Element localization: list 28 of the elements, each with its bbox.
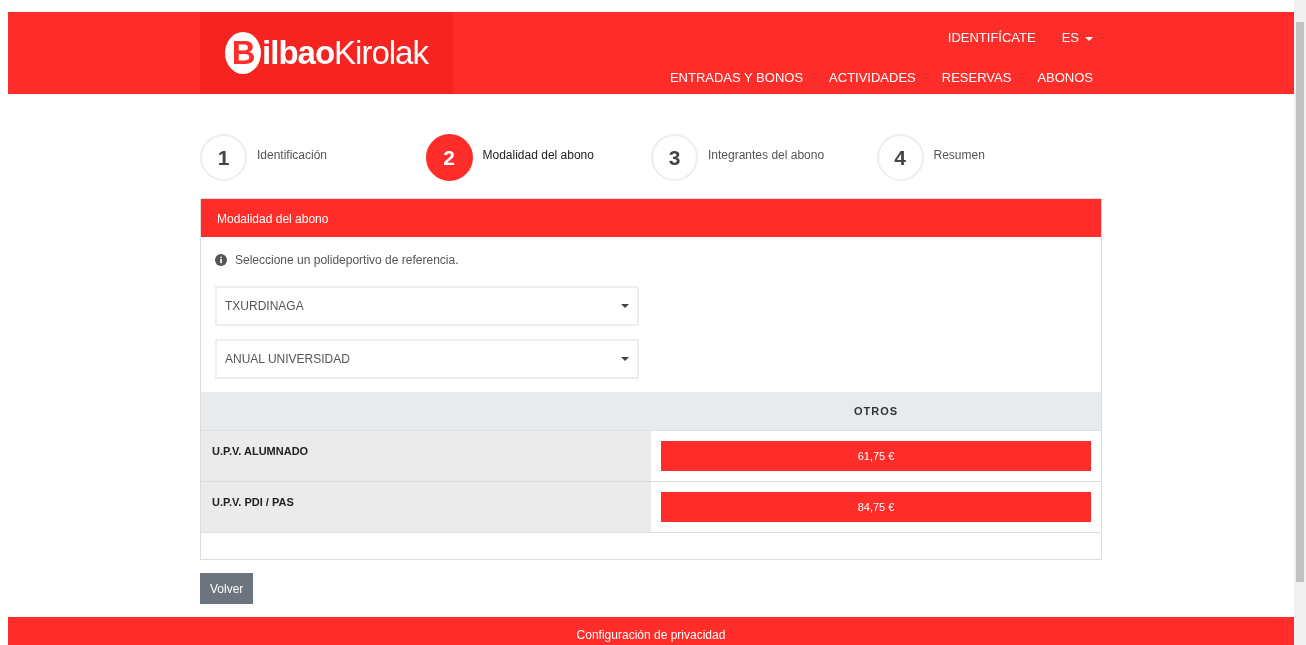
info-text: Seleccione un polideportivo de referencia.: [235, 252, 459, 269]
price-button[interactable]: 61,75 €: [661, 441, 1091, 471]
nav-link[interactable]: ENTRADAS Y BONOS: [669, 67, 804, 87]
step-label: Modalidad del abono: [482, 147, 594, 164]
nav-link[interactable]: ACTIVIDADES: [829, 67, 916, 87]
logo[interactable]: B ilbaoKirolak: [200, 12, 453, 94]
privacy-settings-link[interactable]: Configuración de privacidad: [576, 626, 726, 644]
card-title: Modalidad del abono: [201, 199, 1101, 237]
step-number: 1: [200, 134, 247, 181]
back-button[interactable]: Volver: [200, 573, 254, 604]
column-header: OTROS: [651, 392, 1101, 431]
step-number: 4: [876, 134, 924, 181]
row-label: U.P.V. PDI / PAS: [201, 482, 651, 533]
select-field[interactable]: ANUAL UNIVERSIDAD: [215, 339, 639, 379]
step-number: 2: [425, 134, 473, 181]
info-icon: [215, 254, 227, 266]
scrollbar[interactable]: [1294, 0, 1306, 645]
price-button[interactable]: 84,75 €: [661, 492, 1091, 522]
row-label: U.P.V. ALUMNADO: [201, 431, 651, 482]
nav-link[interactable]: RESERVAS: [941, 67, 1012, 87]
login-link[interactable]: IDENTIFÍCATE: [947, 28, 1036, 48]
select-field[interactable]: TXURDINAGA: [215, 286, 639, 326]
step-number: 3: [651, 134, 698, 181]
step-label: Integrantes del abono: [708, 147, 825, 164]
step-label: Resumen: [933, 147, 985, 164]
step-label: Identificación: [257, 147, 328, 164]
nav-link[interactable]: ABONOS: [1037, 67, 1093, 87]
language-dropdown[interactable]: ES: [1061, 28, 1093, 48]
